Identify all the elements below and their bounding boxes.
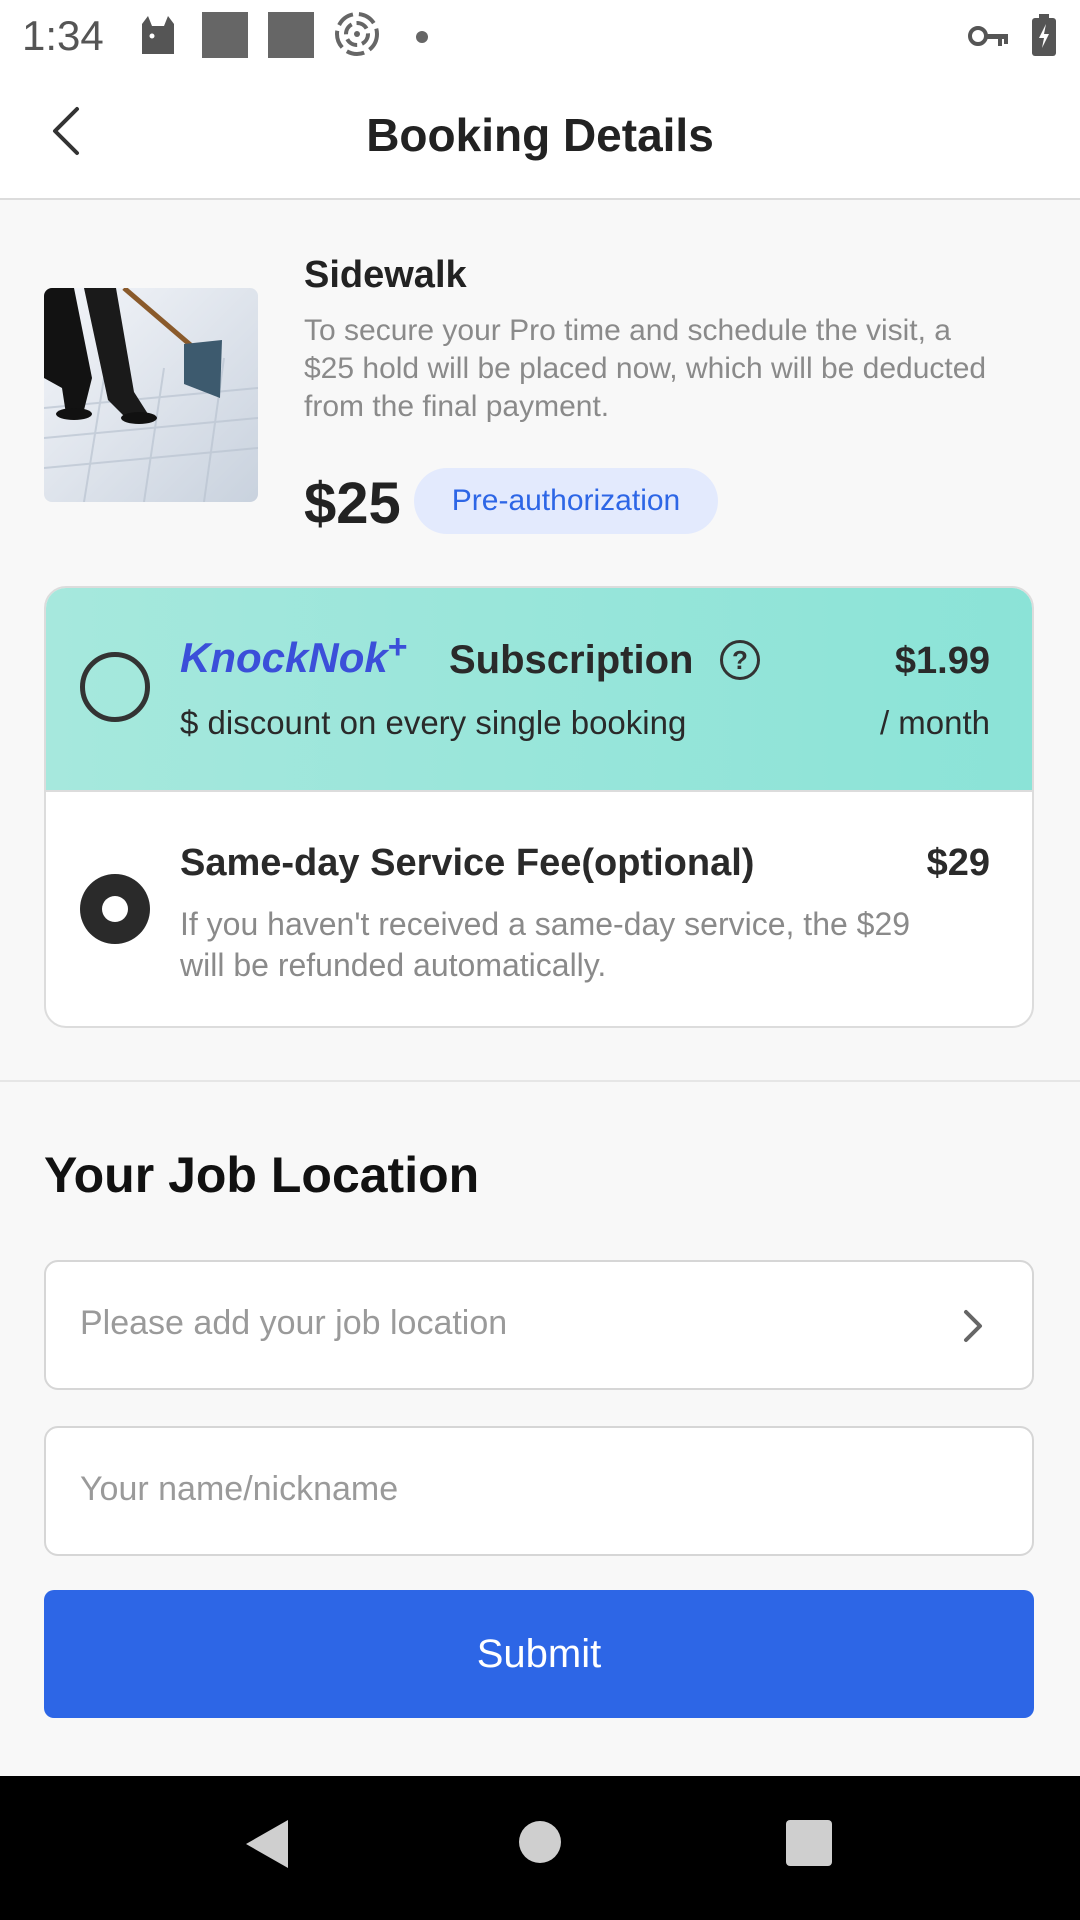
status-bar: 1:34 bbox=[0, 0, 1080, 72]
sameday-description: If you haven't received a same-day servi… bbox=[180, 906, 911, 983]
nav-back-icon[interactable] bbox=[244, 1818, 290, 1875]
spiral-icon bbox=[334, 10, 380, 63]
subscription-label: Subscription bbox=[449, 638, 694, 682]
battery-charging-icon bbox=[1032, 14, 1056, 61]
square-notification-icon bbox=[268, 12, 314, 63]
question-circle-icon[interactable]: ? bbox=[720, 640, 760, 680]
name-nickname-field[interactable]: Your name/nickname bbox=[44, 1426, 1034, 1556]
subscription-price: $1.99 bbox=[894, 640, 990, 682]
service-price: $25 bbox=[304, 471, 401, 536]
options-card: KnockNok+ Subscription ? $ discount on e… bbox=[44, 586, 1034, 1028]
nav-recents-icon[interactable] bbox=[786, 1820, 832, 1871]
service-description: To secure your Pro time and schedule the… bbox=[304, 314, 987, 423]
service-name: Sidewalk bbox=[304, 254, 467, 296]
section-divider bbox=[0, 1080, 1080, 1082]
status-time: 1:34 bbox=[22, 12, 104, 59]
sameday-price: $29 bbox=[926, 842, 990, 884]
pre-authorization-badge: Pre-authorization bbox=[414, 468, 718, 534]
vpn-key-icon bbox=[968, 22, 1010, 55]
subscription-period: / month bbox=[879, 704, 990, 741]
subscription-description: $ discount on every single booking bbox=[180, 704, 687, 741]
name-nickname-placeholder: Your name/nickname bbox=[80, 1470, 399, 1508]
subscription-option[interactable]: KnockNok+ Subscription ? $ discount on e… bbox=[46, 588, 1032, 792]
cat-notification-icon bbox=[138, 14, 178, 61]
square-notification-icon bbox=[202, 12, 248, 63]
page-title: Booking Details bbox=[366, 109, 714, 161]
submit-button[interactable]: Submit bbox=[44, 1590, 1034, 1718]
chevron-right-icon bbox=[952, 1306, 992, 1346]
job-location-field[interactable]: Please add your job location bbox=[44, 1260, 1034, 1390]
service-image bbox=[44, 288, 258, 502]
sameday-radio[interactable] bbox=[80, 874, 150, 944]
nav-home-icon[interactable] bbox=[518, 1820, 562, 1869]
sameday-service-option[interactable]: Same-day Service Fee(optional) $29 If yo… bbox=[46, 792, 1032, 1026]
app-bar: Booking Details bbox=[0, 72, 1080, 200]
subscription-radio[interactable] bbox=[80, 652, 150, 722]
job-location-placeholder: Please add your job location bbox=[80, 1304, 508, 1342]
knocknok-plus-logo: KnockNok+ bbox=[180, 628, 408, 681]
sameday-title: Same-day Service Fee(optional) bbox=[180, 842, 755, 884]
dot-icon bbox=[416, 30, 428, 48]
system-nav-bar bbox=[0, 1776, 1080, 1920]
job-location-heading: Your Job Location bbox=[44, 1147, 480, 1203]
